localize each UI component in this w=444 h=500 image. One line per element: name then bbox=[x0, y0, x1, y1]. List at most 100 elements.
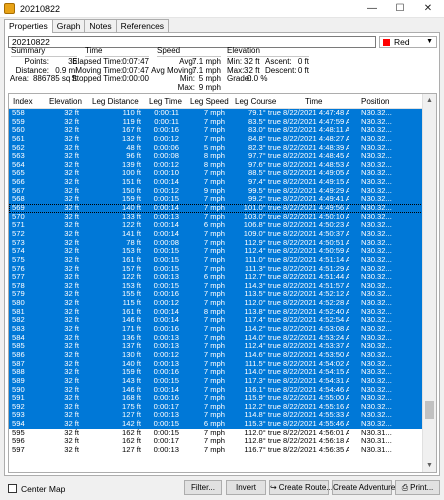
table-row[interactable]: 587 32 ft 140 ft 0:00:13 7 mph 111.5° true 8/2… bbox=[9, 359, 423, 369]
cell-leg-course: 112.7° true bbox=[244, 273, 281, 282]
cell-position: N30.32... bbox=[361, 350, 392, 359]
points-table[interactable]: Index Elevation Leg Distance Leg Time Le… bbox=[8, 93, 437, 473]
table-row[interactable]: 561 32 ft 132 ft 0:00:12 7 mph 84.8° true 8/22… bbox=[9, 134, 423, 144]
table-row[interactable]: 596 32 ft 162 ft 0:00:17 7 mph 112.8° true 8/2… bbox=[9, 437, 423, 446]
table-row[interactable]: 595 32 ft 162 ft 0:00:15 7 mph 112.0° true 8/2… bbox=[9, 429, 423, 438]
cell-time: 8/22/2021 4:52:54 AM bbox=[283, 316, 349, 325]
table-row[interactable]: 572 32 ft 141 ft 0:00:14 7 mph 109.0° true 8/2… bbox=[9, 229, 423, 239]
table-row[interactable]: 563 32 ft 96 ft 0:00:08 8 mph 97.7° true 8/22/… bbox=[9, 152, 423, 161]
table-row[interactable]: 575 32 ft 161 ft 0:00:15 7 mph 111.0° true 8/2… bbox=[9, 255, 423, 265]
table-row[interactable]: 573 32 ft 78 ft 0:00:08 7 mph 112.9° true 8/22… bbox=[9, 238, 423, 248]
cell-position: N30.32... bbox=[361, 247, 392, 256]
table-row[interactable]: 574 32 ft 153 ft 0:00:15 7 mph 112.4° true 8/2… bbox=[9, 247, 423, 256]
column-header-leg-course[interactable]: Leg Course bbox=[235, 97, 276, 106]
table-row[interactable]: 565 32 ft 100 ft 0:00:10 7 mph 88.5° true 8/22… bbox=[9, 169, 423, 179]
cell-leg-course: 116.1° true bbox=[244, 385, 281, 394]
cell-position: N30.32... bbox=[361, 420, 392, 429]
cell-position: N30.32... bbox=[361, 385, 392, 394]
cell-leg-distance: 161 ft bbox=[122, 307, 141, 316]
tab-properties[interactable]: Properties bbox=[4, 19, 53, 33]
table-row[interactable]: 589 32 ft 143 ft 0:00:15 7 mph 117.3° true 8/2… bbox=[9, 376, 423, 386]
cell-leg-time: 0:00:15 bbox=[153, 247, 179, 256]
table-row[interactable]: 591 32 ft 168 ft 0:00:16 7 mph 115.9° true 8/2… bbox=[9, 394, 423, 403]
table-row[interactable]: 588 32 ft 159 ft 0:00:16 7 mph 114.0° true 8/2… bbox=[9, 368, 423, 377]
table-row[interactable]: 593 32 ft 127 ft 0:00:13 7 mph 114.8° true 8/2… bbox=[9, 411, 423, 421]
table-row[interactable]: 564 32 ft 139 ft 0:00:12 8 mph 97.6° true 8/22… bbox=[9, 160, 423, 170]
table-row[interactable]: 558 32 ft 110 ft 0:00:11 7 mph 79.1° true 8/22… bbox=[9, 109, 423, 118]
table-row[interactable]: 594 32 ft 142 ft 0:00:15 6 mph 115.3° true 8/2… bbox=[9, 420, 423, 429]
table-row[interactable]: 569 32 ft 140 ft 0:00:14 7 mph 101.0° true 8/2… bbox=[9, 204, 423, 213]
cell-elevation: 32 ft bbox=[64, 333, 79, 342]
cell-leg-distance: 133 ft bbox=[122, 212, 141, 221]
scroll-down-icon[interactable]: ▼ bbox=[423, 459, 436, 472]
table-row[interactable]: 567 32 ft 150 ft 0:00:12 9 mph 99.5° true 8/22… bbox=[9, 186, 423, 196]
invert-button[interactable]: Invert bbox=[226, 480, 266, 495]
column-header-time[interactable]: Time bbox=[305, 97, 322, 106]
column-header-leg-speed[interactable]: Leg Speed bbox=[190, 97, 229, 106]
table-row[interactable]: 583 32 ft 171 ft 0:00:16 7 mph 114.2° true 8/2… bbox=[9, 325, 423, 334]
tab-references[interactable]: References bbox=[115, 19, 170, 32]
cell-leg-time: 0:00:16 bbox=[153, 126, 179, 135]
table-row[interactable]: 582 32 ft 146 ft 0:00:14 7 mph 117.4° true 8/2… bbox=[9, 316, 423, 326]
table-row[interactable]: 586 32 ft 130 ft 0:00:12 7 mph 114.6° true 8/2… bbox=[9, 350, 423, 360]
cell-leg-speed: 7 mph bbox=[203, 428, 225, 437]
table-row[interactable]: 577 32 ft 122 ft 0:00:13 6 mph 112.7° true 8/2… bbox=[9, 273, 423, 282]
cell-leg-time: 0:00:12 bbox=[153, 299, 179, 308]
cell-leg-speed: 7 mph bbox=[203, 359, 225, 368]
print-button[interactable]: ⎙ Print... bbox=[395, 480, 440, 495]
create-route-button[interactable]: ↪ Create Route... bbox=[269, 480, 333, 495]
cell-index: 591 bbox=[12, 394, 25, 403]
cell-index: 560 bbox=[12, 126, 25, 135]
table-row[interactable]: 570 32 ft 133 ft 0:00:13 7 mph 103.0° true 8/2… bbox=[9, 212, 423, 222]
table-row[interactable]: 578 32 ft 153 ft 0:00:15 7 mph 114.3° true 8/2… bbox=[9, 281, 423, 291]
column-header-position[interactable]: Position bbox=[361, 97, 389, 106]
color-select[interactable]: Red ▼ bbox=[379, 36, 437, 48]
table-row[interactable]: 580 32 ft 115 ft 0:00:12 7 mph 112.0° true 8/2… bbox=[9, 299, 423, 308]
table-row[interactable]: 584 32 ft 136 ft 0:00:13 7 mph 114.0° true 8/2… bbox=[9, 333, 423, 343]
cell-time: 8/22/2021 4:53:37 AM bbox=[283, 342, 349, 351]
table-row[interactable]: 590 32 ft 146 ft 0:00:14 7 mph 116.1° true 8/2… bbox=[9, 385, 423, 395]
center-map-checkbox[interactable] bbox=[8, 484, 17, 493]
cell-index: 573 bbox=[12, 238, 25, 247]
cell-position: N30.32... bbox=[361, 229, 392, 238]
cell-position: N30.32... bbox=[361, 402, 392, 411]
scroll-up-icon[interactable]: ▲ bbox=[423, 94, 436, 107]
tab-graph[interactable]: Graph bbox=[51, 19, 86, 32]
table-row[interactable]: 597 32 ft 127 ft 0:00:13 7 mph 116.7° true 8/2… bbox=[9, 446, 423, 455]
cell-leg-speed: 7 mph bbox=[203, 437, 225, 446]
cell-elevation: 32 ft bbox=[64, 126, 79, 135]
cell-leg-distance: 168 ft bbox=[122, 394, 141, 403]
table-row[interactable]: 560 32 ft 167 ft 0:00:16 7 mph 83.0° true 8/22… bbox=[9, 126, 423, 135]
create-adventure-button[interactable]: Create Adventure... bbox=[332, 480, 402, 495]
maximize-button[interactable]: ☐ bbox=[386, 0, 414, 18]
table-row[interactable]: 592 32 ft 175 ft 0:00:17 7 mph 112.2° true 8/2… bbox=[9, 402, 423, 412]
scroll-thumb[interactable] bbox=[425, 401, 434, 419]
cell-leg-course: 83.0° true bbox=[247, 126, 281, 135]
chevron-down-icon: ▼ bbox=[426, 38, 433, 45]
column-header-leg-distance[interactable]: Leg Distance bbox=[92, 97, 139, 106]
center-map-label[interactable]: Center Map bbox=[21, 484, 65, 494]
column-header-index[interactable]: Index bbox=[13, 97, 33, 106]
column-header-elevation[interactable]: Elevation bbox=[49, 97, 82, 106]
column-header-leg-time[interactable]: Leg Time bbox=[149, 97, 182, 106]
cell-position: N30.32... bbox=[361, 281, 392, 290]
printer-icon: ⎙ bbox=[401, 483, 409, 492]
cell-position: N30.32... bbox=[361, 126, 392, 135]
table-row[interactable]: 562 32 ft 48 ft 0:00:06 5 mph 82.3° true 8/22/… bbox=[9, 143, 423, 153]
cell-leg-distance: 136 ft bbox=[122, 333, 141, 342]
table-row[interactable]: 581 32 ft 161 ft 0:00:14 8 mph 113.8° true 8/2… bbox=[9, 307, 423, 317]
cell-index: 564 bbox=[12, 160, 25, 169]
track-name-input[interactable]: 20210822 bbox=[8, 36, 376, 48]
vertical-scrollbar[interactable]: ▲ ▼ bbox=[422, 94, 436, 472]
close-button[interactable]: ✕ bbox=[414, 0, 442, 18]
table-row[interactable]: 576 32 ft 157 ft 0:00:15 7 mph 111.3° true 8/2… bbox=[9, 264, 423, 274]
table-row[interactable]: 585 32 ft 137 ft 0:00:13 7 mph 112.4° true 8/2… bbox=[9, 342, 423, 351]
filter-button[interactable]: Filter... bbox=[184, 480, 222, 495]
minimize-button[interactable]: — bbox=[358, 0, 386, 18]
table-row[interactable]: 566 32 ft 151 ft 0:00:14 7 mph 97.4° true 8/22… bbox=[9, 178, 423, 187]
table-row[interactable]: 568 32 ft 159 ft 0:00:15 7 mph 99.2° true 8/22… bbox=[9, 195, 423, 205]
table-row[interactable]: 559 32 ft 119 ft 0:00:11 7 mph 83.5° true 8/22… bbox=[9, 117, 423, 127]
table-row[interactable]: 579 32 ft 155 ft 0:00:16 7 mph 113.5° true 8/2… bbox=[9, 290, 423, 300]
tab-notes[interactable]: Notes bbox=[84, 19, 117, 32]
table-row[interactable]: 571 32 ft 122 ft 0:00:14 6 mph 106.8° true 8/2… bbox=[9, 221, 423, 230]
